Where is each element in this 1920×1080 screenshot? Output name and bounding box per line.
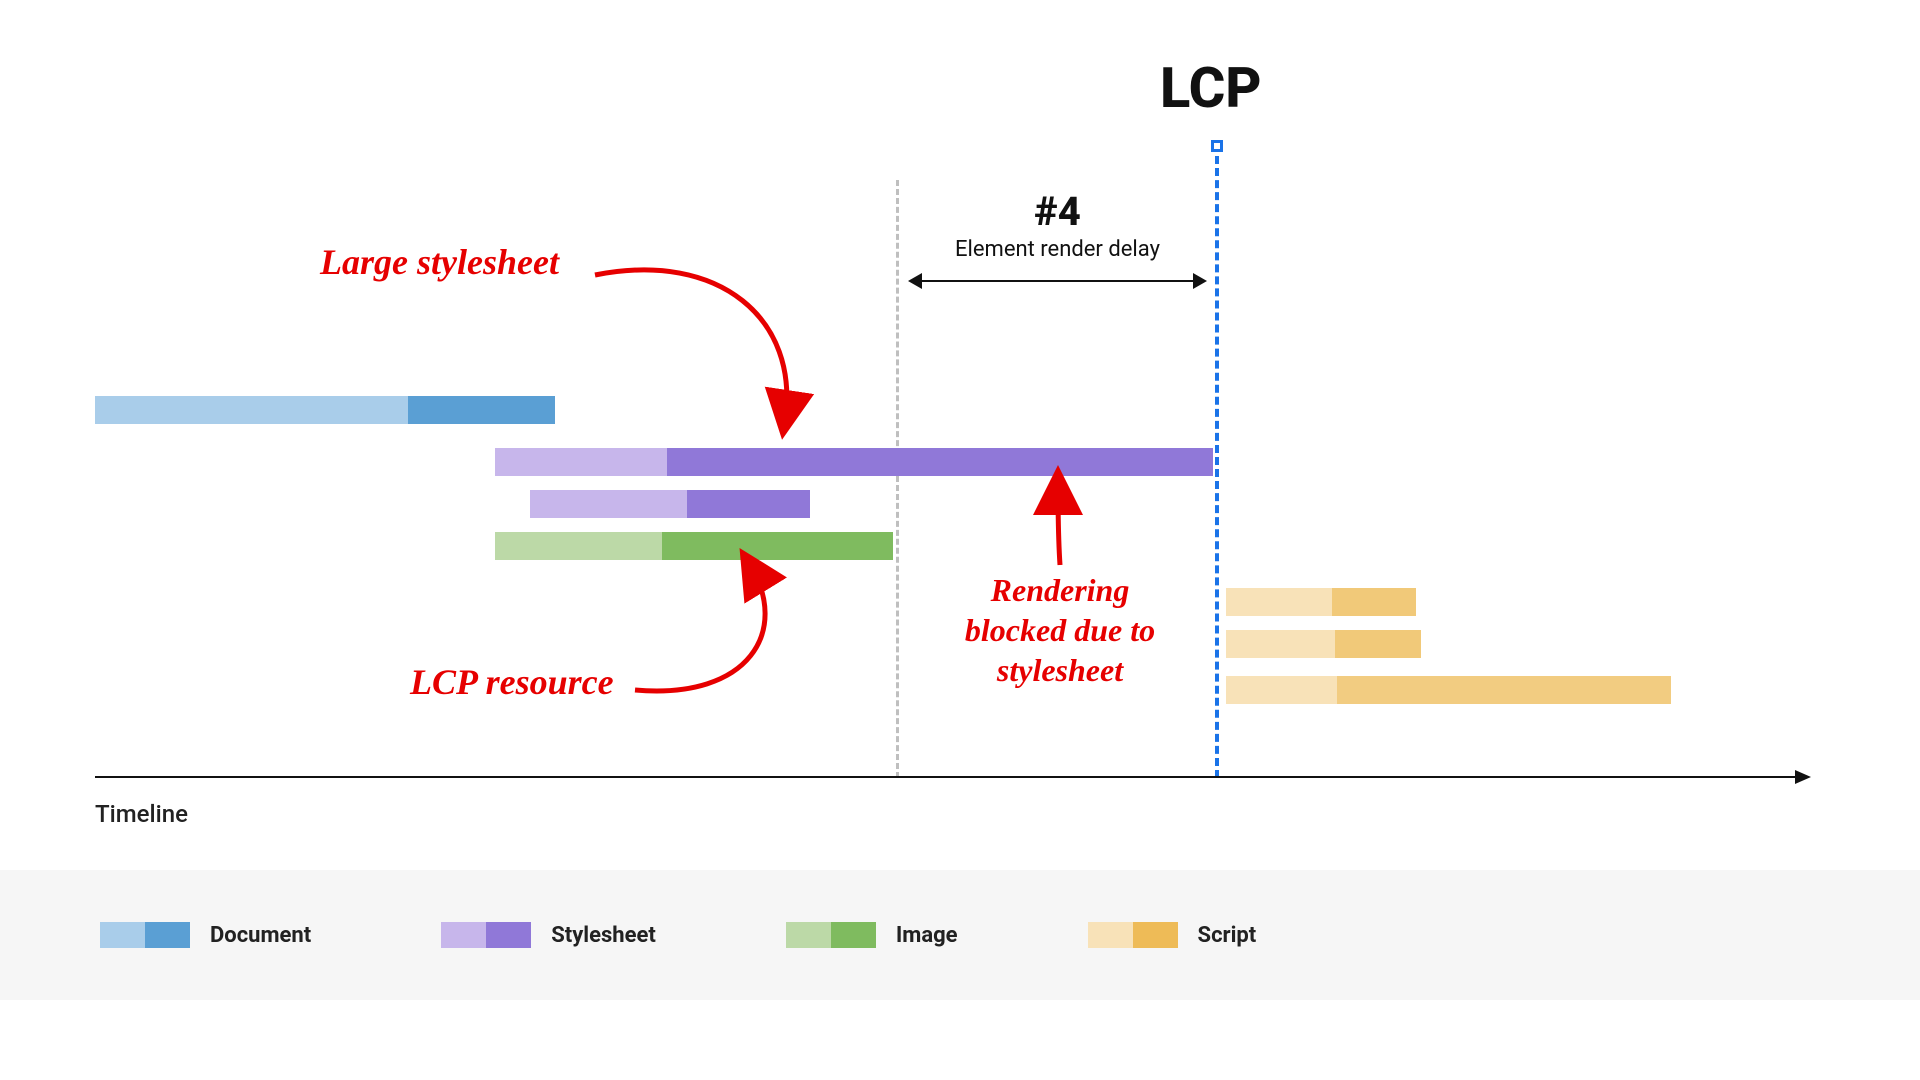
lcp-dashed-line xyxy=(1215,156,1219,778)
timeline-axis-arrowhead-icon xyxy=(1795,770,1811,784)
lcp-title: LCP xyxy=(1160,55,1262,121)
timeline-axis-label: Timeline xyxy=(95,800,188,828)
legend-label-stylesheet: Stylesheet xyxy=(551,923,656,948)
swatch-image-icon xyxy=(786,922,876,948)
legend-item-image: Image xyxy=(786,922,958,948)
bar-script-1 xyxy=(1226,588,1416,616)
legend-item-document: Document xyxy=(100,922,311,948)
timeline-axis xyxy=(95,776,1795,778)
bar-document xyxy=(95,396,555,424)
phase-number: #4 xyxy=(900,188,1215,235)
phase-span-arrow xyxy=(910,280,1205,282)
annotation-large-stylesheet: Large stylesheet xyxy=(320,240,559,285)
bar-stylesheet-small xyxy=(530,490,810,518)
annotation-lcp-resource: LCP resource xyxy=(410,660,614,705)
arrow-large-stylesheet xyxy=(590,260,840,440)
phase-name: Element render delay xyxy=(900,237,1215,262)
swatch-stylesheet-icon xyxy=(441,922,531,948)
legend: Document Stylesheet Image Script xyxy=(0,870,1920,1000)
swatch-script-icon xyxy=(1088,922,1178,948)
bar-script-2 xyxy=(1226,630,1421,658)
bar-image-lcp xyxy=(495,532,893,560)
bar-stylesheet-large xyxy=(495,448,1213,476)
legend-item-script: Script xyxy=(1088,922,1257,948)
arrow-lcp-resource xyxy=(630,560,830,710)
legend-label-script: Script xyxy=(1198,923,1257,948)
legend-label-image: Image xyxy=(896,923,958,948)
swatch-document-icon xyxy=(100,922,190,948)
bar-script-3 xyxy=(1226,676,1671,704)
lcp-marker-icon xyxy=(1211,140,1223,152)
phase-label: #4 Element render delay xyxy=(900,188,1215,262)
arrow-rendering-blocked xyxy=(1040,480,1100,570)
annotation-rendering-blocked: Rendering blocked due to stylesheet xyxy=(940,570,1180,690)
diagram-stage: LCP #4 Element render delay xyxy=(0,0,1920,1080)
render-block-dashed-line xyxy=(896,180,899,778)
legend-item-stylesheet: Stylesheet xyxy=(441,922,656,948)
legend-label-document: Document xyxy=(210,923,311,948)
